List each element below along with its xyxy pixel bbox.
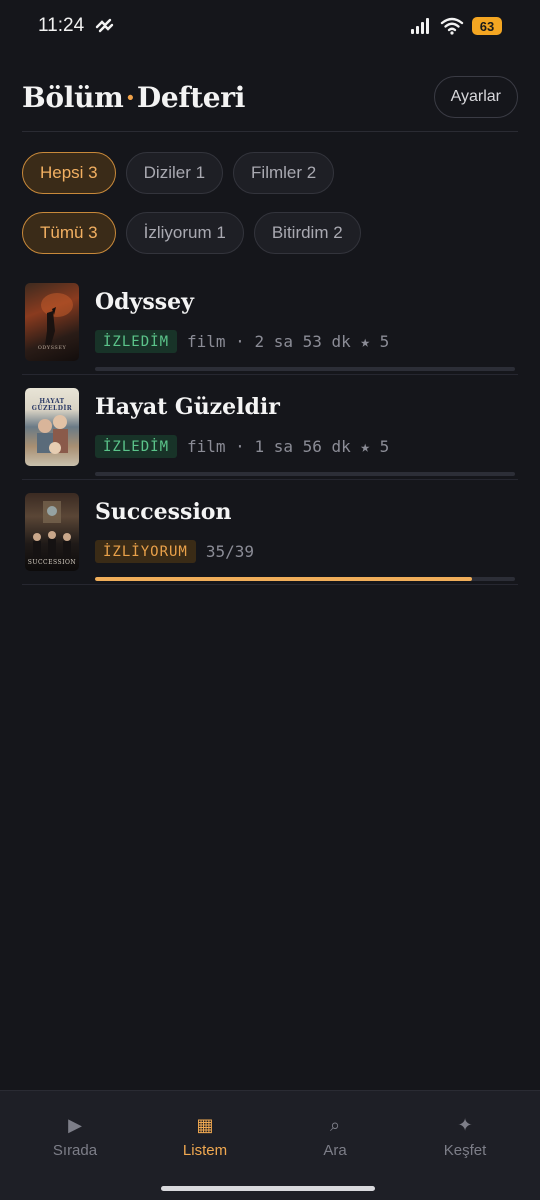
- bottom-nav: ▶ Sırada ▦ Listem ⌕ Ara ✦ Keşfet: [0, 1090, 540, 1200]
- sparkle-icon: ✦: [457, 1114, 473, 1135]
- list-item[interactable]: HAYAT GÜZELDİR Hayat Güzeldir İZLEDİM fi…: [22, 375, 518, 480]
- item-meta: film · 1 sa 56 dk ★ 5: [187, 437, 390, 456]
- poster-caption: SUCCESSION: [27, 559, 77, 566]
- app-title-dot: ·: [125, 80, 135, 114]
- battery-indicator: 63: [472, 17, 502, 35]
- status-time: 11:24: [38, 15, 85, 36]
- grid-icon: ▦: [196, 1114, 214, 1135]
- filter-chip-all[interactable]: Hepsi 3: [22, 152, 116, 194]
- poster-caption: HAYAT GÜZELDİR: [31, 398, 73, 412]
- app-title-part1: Bölüm: [22, 80, 124, 114]
- signal-icon: [411, 18, 429, 34]
- home-indicator[interactable]: [161, 1186, 375, 1191]
- status-badge: İZLİYORUM: [95, 540, 196, 563]
- filter-chip-status-all[interactable]: Tümü 3: [22, 212, 116, 254]
- settings-button[interactable]: Ayarlar: [433, 76, 518, 118]
- poster-image: HAYAT GÜZELDİR: [25, 388, 79, 466]
- progress-bar: [95, 577, 515, 581]
- item-title: Odyssey: [95, 289, 194, 315]
- nav-label: Sırada: [52, 1141, 98, 1159]
- status-bar: 11:24 63: [0, 0, 540, 52]
- header-divider: [22, 131, 518, 132]
- nav-label: Ara: [323, 1141, 347, 1159]
- status-badge: İZLEDİM: [95, 435, 178, 458]
- nav-item-search[interactable]: ⌕ Ara: [270, 1091, 400, 1181]
- filter-chip-series[interactable]: Diziler 1: [125, 152, 224, 194]
- vpn-icon: [95, 18, 114, 33]
- play-icon: ▶: [68, 1114, 82, 1135]
- list-item[interactable]: SUCCESSION Succession İZLİYORUM 35/39: [22, 480, 518, 585]
- poster-image: ODYSSEY: [25, 283, 79, 361]
- poster-image: SUCCESSION: [25, 493, 79, 571]
- poster-caption: ODYSSEY: [37, 345, 67, 351]
- item-meta: 35/39: [205, 542, 255, 561]
- nav-item-my-list[interactable]: ▦ Listem: [140, 1091, 270, 1181]
- progress-bar: [95, 367, 515, 371]
- list-item[interactable]: ODYSSEY Odyssey İZLEDİM film · 2 sa 53 d…: [22, 270, 518, 375]
- nav-item-discover[interactable]: ✦ Keşfet: [400, 1091, 530, 1181]
- header: Bölüm · Defteri Ayarlar: [22, 76, 518, 118]
- watch-list: ODYSSEY Odyssey İZLEDİM film · 2 sa 53 d…: [22, 270, 518, 585]
- nav-item-queue[interactable]: ▶ Sırada: [10, 1091, 140, 1181]
- item-title: Hayat Güzeldir: [95, 394, 280, 420]
- status-badge: İZLEDİM: [95, 330, 178, 353]
- filter-chip-watching[interactable]: İzliyorum 1: [125, 212, 244, 254]
- type-filter-row: Hepsi 3 Diziler 1 Filmler 2: [22, 152, 335, 194]
- filter-chip-movies[interactable]: Filmler 2: [233, 152, 335, 194]
- progress-bar: [95, 472, 515, 476]
- item-title: Succession: [95, 499, 232, 525]
- nav-label: Keşfet: [443, 1141, 487, 1159]
- app-title: Bölüm · Defteri: [22, 81, 245, 114]
- search-icon: ⌕: [329, 1114, 341, 1135]
- status-filter-row: Tümü 3 İzliyorum 1 Bitirdim 2: [22, 212, 361, 254]
- wifi-icon: [440, 17, 464, 35]
- app-title-part2: Defteri: [136, 80, 246, 114]
- filter-chip-finished[interactable]: Bitirdim 2: [253, 212, 361, 254]
- progress-fill: [95, 577, 472, 581]
- nav-label: Listem: [182, 1141, 228, 1159]
- item-meta: film · 2 sa 53 dk ★ 5: [187, 332, 390, 351]
